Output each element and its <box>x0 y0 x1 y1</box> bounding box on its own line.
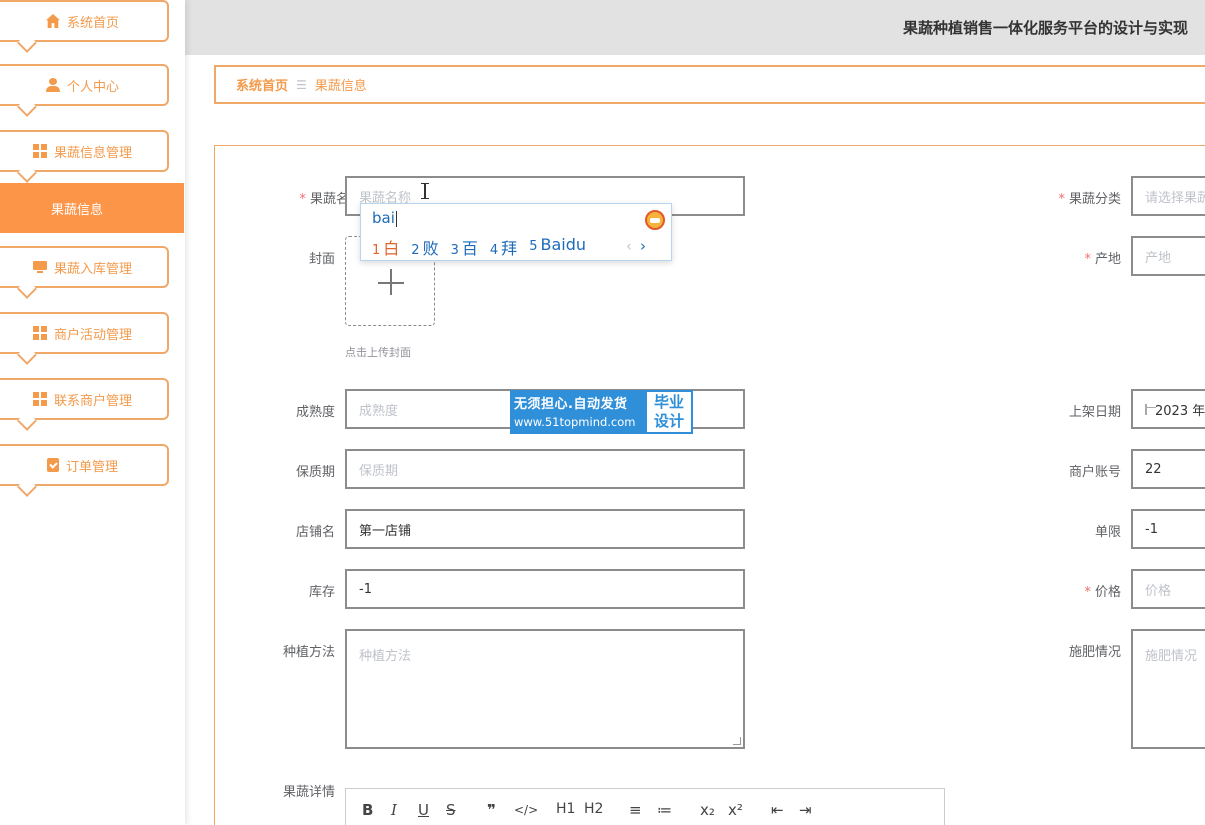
app-title: 果蔬种植销售一体化服务平台的设计与实现 <box>902 19 1188 37</box>
ime-candidates: 1白 2败 3百 4拜 5 Baidu <box>372 235 598 259</box>
watermark-line2: www.51topmind.com <box>514 415 636 429</box>
sidebar-item-label: 系统首页 <box>66 15 119 31</box>
fertilizing-textarea[interactable]: 施肥情况 <box>1131 629 1205 749</box>
ripeness-label: 成熟度 <box>295 405 335 420</box>
ime-candidate[interactable]: 5 Baidu <box>529 235 586 259</box>
sidebar-item-label: 联系商户管理 <box>53 393 132 409</box>
price-input[interactable]: 价格 <box>1131 569 1205 609</box>
merchant-account-label: 商户账号 <box>1068 465 1121 480</box>
watermark-line1: 无须担心.自动发货 <box>514 397 628 412</box>
sidebar-item-merchant-activity[interactable]: 商户活动管理 <box>0 312 169 365</box>
sidebar-item-label: 个人中心 <box>66 79 119 95</box>
grid-icon <box>32 326 47 340</box>
grid-icon <box>32 144 47 158</box>
planting-label: 种植方法 <box>282 645 335 660</box>
fertilizing-label: 施肥情况 <box>1068 645 1121 660</box>
code-icon[interactable]: </> <box>514 803 538 817</box>
origin-input[interactable]: 产地 <box>1131 236 1205 276</box>
breadcrumb-current: 果蔬信息 <box>314 79 367 94</box>
h1-icon[interactable]: H1 <box>556 801 575 817</box>
cover-upload-tip: 点击上传封面 <box>345 346 411 359</box>
sidebar-item-label: 订单管理 <box>65 459 118 475</box>
top-header: 果蔬种植销售一体化服务平台的设计与实现 <box>185 0 1205 55</box>
text-cursor-icon <box>421 183 429 199</box>
quote-icon[interactable]: ❞ <box>487 801 496 819</box>
cover-label: 封面 <box>308 252 335 267</box>
sidebar-item-label: 果蔬信息管理 <box>53 145 132 161</box>
origin-label: * 产地 <box>1084 252 1121 267</box>
bold-icon[interactable]: B <box>362 801 373 819</box>
italic-icon[interactable]: I <box>391 801 397 819</box>
category-label: * 果蔬分类 <box>1058 192 1121 207</box>
sidebar-item-label: 商户活动管理 <box>53 327 132 343</box>
shop-name-input[interactable]: 第一店铺 <box>345 509 745 549</box>
shelf-life-input[interactable]: 保质期 <box>345 449 745 489</box>
ime-candidate[interactable]: 1白 <box>372 235 399 259</box>
watermark-right2: 设计 <box>653 412 684 430</box>
breadcrumb: 系统首页 ☰ 果蔬信息 <box>214 65 1205 104</box>
watermark-right1: 毕业 <box>653 393 684 411</box>
ime-composition: bai <box>372 209 397 227</box>
stock-label: 库存 <box>308 585 335 600</box>
ime-next-icon[interactable]: › <box>640 237 646 255</box>
sidebar-item-produce-info-mgmt[interactable]: 果蔬信息管理 <box>0 130 169 183</box>
watermark-badge: 无须担心.自动发货 www.51topmind.com 毕业 设计 <box>510 390 693 434</box>
ordered-list-icon[interactable]: ≡ <box>629 801 642 819</box>
shelf-date-picker[interactable]: 2023 年 <box>1131 389 1205 429</box>
detail-label: 果蔬详情 <box>282 785 335 800</box>
limit-input[interactable]: -1 <box>1131 509 1205 549</box>
sidebar-item-profile[interactable]: 个人中心 <box>0 64 169 117</box>
planting-textarea[interactable]: 种植方法 <box>345 629 745 749</box>
sidebar: 系统首页 个人中心 果蔬信息管理 果蔬信息 果蔬入库管理 商户活动管理 联系商户… <box>0 0 185 825</box>
breadcrumb-separator-icon: ☰ <box>296 77 307 92</box>
limit-label: 单限 <box>1094 525 1121 540</box>
sidebar-item-stock-in-mgmt[interactable]: 果蔬入库管理 <box>0 246 169 299</box>
shelf-life-label: 保质期 <box>295 465 335 480</box>
resize-handle-icon[interactable] <box>733 737 741 745</box>
sidebar-item-label: 果蔬入库管理 <box>53 261 132 277</box>
stock-input[interactable]: -1 <box>345 569 745 609</box>
category-select[interactable]: 请选择果蔬 <box>1131 176 1205 216</box>
home-icon <box>45 14 60 28</box>
superscript-icon[interactable]: x² <box>728 801 743 819</box>
merchant-account-input[interactable]: 22 <box>1131 449 1205 489</box>
strike-icon[interactable]: S <box>446 801 456 819</box>
sidebar-item-orders[interactable]: 订单管理 <box>0 444 169 497</box>
indent-icon[interactable]: ⇥ <box>799 801 812 819</box>
ime-logo-icon <box>645 210 665 230</box>
clipboard-icon <box>46 458 59 472</box>
submenu-item-produce-info[interactable]: 果蔬信息 <box>0 183 184 233</box>
price-label: * 价格 <box>1084 585 1121 600</box>
breadcrumb-home[interactable]: 系统首页 <box>236 75 288 94</box>
ime-candidate-popup: bai 1白 2败 3百 4拜 5 Baidu ‹ › <box>360 203 672 261</box>
bullet-list-icon[interactable]: ≔ <box>657 801 672 819</box>
shop-name-label: 店铺名 <box>295 525 335 540</box>
user-icon <box>45 78 60 92</box>
shelf-date-label: 上架日期 <box>1068 405 1121 420</box>
monitor-icon <box>32 260 47 274</box>
grid-icon <box>32 392 47 406</box>
rich-text-editor[interactable]: B I U S ❞ </> H1 H2 ≡ ≔ x₂ x² ⇤ ⇥ <box>345 788 945 825</box>
ime-prev-icon[interactable]: ‹ <box>626 237 632 255</box>
sidebar-item-home[interactable]: 系统首页 <box>0 0 169 53</box>
subscript-icon[interactable]: x₂ <box>700 801 715 819</box>
ime-candidate[interactable]: 4拜 <box>490 235 517 259</box>
ime-candidate[interactable]: 2败 <box>411 235 438 259</box>
h2-icon[interactable]: H2 <box>584 801 603 817</box>
ime-candidate[interactable]: 3百 <box>451 235 478 259</box>
sidebar-item-contact-merchant[interactable]: 联系商户管理 <box>0 378 169 431</box>
calendar-icon <box>1145 403 1156 415</box>
ime-pager: ‹ › <box>626 237 646 255</box>
outdent-icon[interactable]: ⇤ <box>771 801 784 819</box>
underline-icon[interactable]: U <box>418 801 429 819</box>
